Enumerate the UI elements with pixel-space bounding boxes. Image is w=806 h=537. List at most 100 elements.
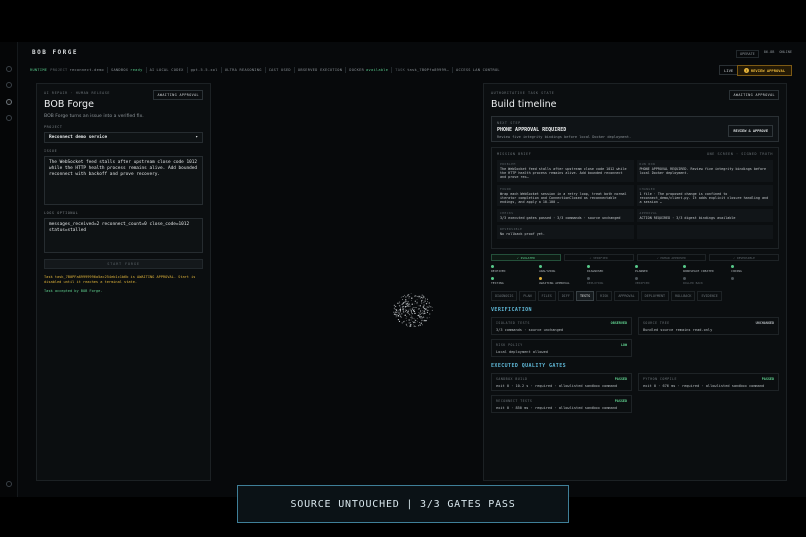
tab-tests[interactable]: TESTS — [575, 291, 595, 301]
graph-icon[interactable] — [6, 115, 12, 121]
counter-chip: 86.8B — [763, 50, 775, 54]
stage-dot-icon — [491, 277, 494, 280]
phase-tab[interactable]: ✓ HUMAN APPROVED — [636, 254, 707, 261]
log-success: Task accepted by BOB Forge. — [44, 289, 103, 293]
center-visual — [212, 83, 482, 481]
stage-name: ROLLED BACK — [683, 281, 703, 285]
mission-cell-value: The WebSocket feed stalls after upstream… — [500, 167, 627, 180]
phase-tab[interactable]: ✓ ISOLATED — [491, 254, 561, 261]
runtime-status-bar: RUNTIME PROJECT reconnect-demo SANDBOX rea… — [30, 65, 794, 75]
tab-diff[interactable]: DIFF — [557, 291, 574, 301]
review-approval-button[interactable]: ! REVIEW APPROVAL — [737, 65, 792, 76]
card-status: LOW — [620, 343, 627, 347]
settings-icon[interactable] — [6, 82, 12, 88]
tab-files[interactable]: FILES — [537, 291, 556, 301]
card-title: RECONNECT TESTS — [496, 399, 533, 403]
cast-value: CAST USED — [268, 68, 291, 72]
power-icon[interactable] — [6, 481, 12, 487]
tab-deployment[interactable]: DEPLOYMENT — [640, 291, 670, 301]
card-title: PYTHON COMPILE — [643, 377, 677, 381]
logs-label: LOGS OPTIONAL — [44, 211, 79, 215]
stage-item: CODING — [731, 265, 779, 273]
forge-icon[interactable] — [6, 99, 12, 105]
project-key: PROJECT — [50, 68, 68, 72]
card-status: OBSERVED — [610, 321, 627, 325]
mission-cell-title: APPROVAL — [639, 211, 658, 216]
project-select[interactable]: Reconnect demo service ▾ — [44, 132, 203, 143]
icon-rail — [0, 42, 18, 497]
ai-value: LOCAL CODEX — [156, 68, 184, 72]
mission-cell-value: 3/3 executed gates passed · 3/3 commands… — [500, 216, 621, 221]
mission-cell-value: PHONE APPROVAL REQUIRED. Review five int… — [639, 167, 767, 176]
phase-tab[interactable]: ✓ REVERSIBLE — [709, 254, 779, 261]
access-value: LAN CONTROL — [472, 68, 500, 72]
home-icon[interactable] — [6, 66, 12, 72]
card-value: exit 0 · 850 ms · required · allowlisted… — [496, 406, 618, 410]
tab-risk[interactable]: RISK — [596, 291, 613, 301]
card-status: UNCHANGED — [755, 321, 774, 325]
card-title: ISOLATED TESTS — [496, 321, 530, 325]
issue-label: ISSUE — [44, 149, 58, 153]
stage-dot-icon — [731, 265, 734, 268]
stage-item: ROLLED BACK — [683, 277, 731, 285]
stage-dot-icon — [539, 265, 542, 268]
stage-item: ANALYZING — [539, 265, 587, 273]
status-badge: AWAITING APPROVAL — [729, 90, 779, 100]
card-status: PASSED — [614, 377, 627, 381]
stage-dot-icon — [635, 277, 638, 280]
tab-rollback[interactable]: ROLLBACK — [671, 291, 696, 301]
mission-cell: RUN NOW PHONE APPROVAL REQUIRED. Review f… — [636, 160, 773, 182]
start-forge-button[interactable]: START FORGE — [44, 259, 203, 269]
issue-textarea[interactable]: The WebSocket feed stalls after upstream… — [44, 156, 203, 205]
project-value: reconnect-demo — [69, 68, 104, 72]
card-title: RISK POLICY — [496, 343, 523, 347]
log-warning: Task task_7B0PFa89999996a5ac254eb1c1b6b … — [44, 275, 196, 284]
mission-cell — [636, 225, 773, 239]
runtime-label: RUNTIME — [30, 68, 48, 72]
verification-cards: ISOLATED TESTS 3/3 commands · source unch… — [491, 317, 779, 357]
app-title: BOB FORGE — [32, 49, 79, 56]
task-key: TASK — [395, 68, 406, 72]
chevron-down-icon: ▾ — [195, 135, 198, 140]
stage-dot-icon — [587, 277, 590, 280]
stage-item: VERIFIED — [635, 277, 683, 285]
mission-cell: PROBLEM The WebSocket feed stalls after u… — [497, 160, 634, 182]
tab-diagnosis[interactable]: DIAGNOSIS — [491, 291, 518, 301]
verification-card: RISK POLICY Local deployment allowed LOW — [491, 339, 632, 357]
stage-item: TESTING — [491, 277, 539, 285]
phase-tabs: ✓ ISOLATED ✓ VERIFIED ✓ HUMAN APPROVED ✓ RE… — [491, 254, 779, 261]
stage-name: PLANNED — [635, 269, 648, 273]
operate-chip[interactable]: OPERATE — [736, 50, 759, 58]
project-label: PROJECT — [44, 125, 63, 129]
status-badge: AWAITING APPROVAL — [153, 90, 203, 100]
stage-name: TESTING — [491, 281, 504, 285]
mission-cell-title: PROBLEM — [500, 162, 516, 166]
stage-name: ANALYZING — [539, 269, 556, 273]
stage-dot-icon — [731, 277, 734, 280]
review-approve-button[interactable]: REVIEW & APPROVE — [728, 125, 773, 137]
stage-dot-icon — [635, 265, 638, 268]
mission-cell-title: CHANGED — [639, 186, 656, 191]
gates-card: SANDBOX BUILD exit 0 · 10.2 s · required … — [491, 373, 632, 391]
panel-title: BOB Forge — [44, 99, 94, 110]
sandbox-key: SANDBOX — [111, 68, 129, 72]
live-indicator[interactable]: LIVE — [719, 65, 739, 75]
stage-item: DEPLOYING — [587, 277, 635, 285]
panel-subtitle: BOB Forge turns an issue into a verified… — [44, 114, 144, 119]
logs-textarea[interactable]: messages_received=2 reconnect_count=0 cl… — [44, 218, 203, 253]
mission-grid: PROBLEM The WebSocket feed stalls after u… — [497, 160, 773, 239]
stage-dot-icon — [491, 265, 494, 268]
phase-tab[interactable]: ✓ VERIFIED — [563, 254, 634, 261]
alert-icon: ! — [743, 68, 749, 73]
mission-cell: APPROVAL ACTION REQUIRED · 3/3 digest bin… — [636, 209, 773, 223]
stage-item: AWAITING APPROVAL — [539, 277, 587, 285]
stage-name: DEPLOYING — [587, 281, 604, 285]
tab-evidence[interactable]: EVIDENCE — [697, 291, 722, 301]
tab-approval[interactable]: APPROVAL — [614, 291, 639, 301]
task-value: task_7B0Pfa89999… — [407, 68, 449, 72]
tab-plan[interactable]: PLAN — [519, 291, 536, 301]
mission-cell: FOUND Wrap each WebSocket session in a re… — [497, 184, 634, 207]
review-approval-label: REVIEW APPROVAL — [750, 68, 786, 73]
stage-dot-icon — [539, 277, 542, 280]
card-title: SOURCE TREE — [643, 321, 670, 325]
